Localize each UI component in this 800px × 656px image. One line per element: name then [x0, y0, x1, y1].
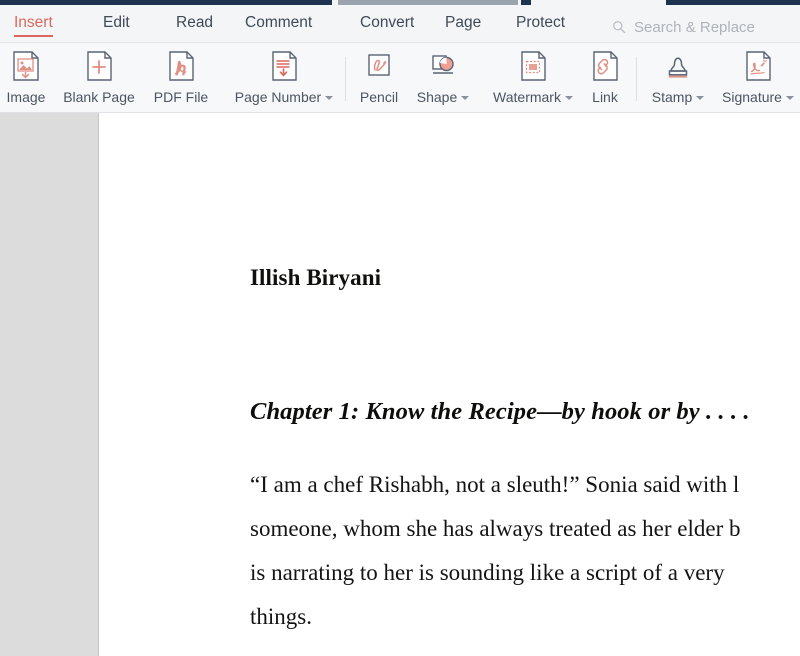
ribbon-separator-1 — [345, 57, 346, 101]
ribbon-separator-2 — [636, 57, 637, 101]
ribbon-label-signature: Signature — [722, 89, 794, 105]
tab-convert[interactable]: Convert — [360, 12, 414, 38]
signature-icon — [740, 48, 776, 84]
tab-edit[interactable]: Edit — [103, 12, 130, 38]
ribbon-button-stamp[interactable]: Stamp — [645, 48, 711, 105]
ribbon-button-watermark[interactable]: Watermark — [489, 48, 577, 105]
chevron-down-icon[interactable] — [564, 96, 573, 100]
document-page-canvas[interactable]: Illish Biryani Chapter 1: Know the Recip… — [100, 113, 800, 656]
tab-page[interactable]: Page — [445, 12, 481, 38]
ribbon-label-stamp-text: Stamp — [651, 89, 693, 105]
search-replace-field[interactable]: Search & Replace — [612, 16, 755, 38]
ribbon-label-watermark: Watermark — [493, 89, 573, 105]
titlebar-segment-mid — [521, 0, 531, 5]
ribbon-label-stamp: Stamp — [651, 89, 705, 105]
ribbon-label-pencil: Pencil — [359, 89, 399, 105]
page-number-icon — [266, 48, 302, 84]
paragraph-line: “I am a chef Rishabh, not a sleuth!” Son… — [250, 472, 740, 497]
chevron-down-icon[interactable] — [696, 96, 705, 100]
ribbon-label-link: Link — [592, 89, 618, 105]
blank-page-icon — [81, 48, 117, 84]
link-icon — [587, 48, 623, 84]
stamp-icon — [660, 48, 696, 84]
tab-protect[interactable]: Protect — [516, 12, 565, 38]
ribbon-label-signature-text: Signature — [722, 89, 782, 105]
ribbon-label-page-number-text: Page Number — [234, 89, 322, 105]
main-tabstrip: Insert Edit Read Comment Convert Page Pr… — [0, 6, 800, 43]
ribbon-label-pdf-file: PDF File — [153, 89, 209, 105]
chevron-down-icon[interactable] — [785, 96, 794, 100]
ribbon-button-shape[interactable]: Shape — [411, 48, 475, 105]
document-paragraph: “I am a chef Rishabh, not a sleuth!” Son… — [250, 463, 800, 639]
search-placeholder-text: Search & Replace — [634, 18, 755, 36]
workspace: Illish Biryani Chapter 1: Know the Recip… — [0, 113, 800, 656]
svg-text:ℎ: ℎ — [175, 59, 186, 79]
ribbon-label-shape-text: Shape — [416, 89, 458, 105]
ribbon-label-shape: Shape — [416, 89, 470, 105]
chevron-down-icon[interactable] — [461, 96, 470, 100]
tab-read[interactable]: Read — [176, 12, 213, 38]
ribbon-button-pencil[interactable]: Pencil — [353, 48, 405, 105]
chevron-down-icon[interactable] — [325, 96, 334, 100]
tab-insert[interactable]: Insert — [14, 12, 53, 38]
paragraph-line: things. — [250, 604, 312, 629]
ribbon-label-page-number: Page Number — [234, 89, 334, 105]
titlebar-segment-tab — [338, 0, 518, 5]
ribbon-label-blank-page: Blank Page — [63, 89, 135, 105]
paragraph-line: is narrating to her is sounding like a s… — [250, 560, 725, 585]
watermark-icon — [515, 48, 551, 84]
document-chapter-heading: Chapter 1: Know the Recipe—by hook or by… — [250, 398, 750, 425]
search-icon — [613, 21, 626, 34]
image-icon — [8, 48, 44, 84]
titlebar-segment-left — [0, 0, 332, 5]
ribbon-button-blank-page[interactable]: Blank Page — [61, 48, 137, 105]
ribbon-label-watermark-text: Watermark — [493, 89, 561, 105]
pdf-file-icon: ℎ — [163, 48, 199, 84]
tab-comment[interactable]: Comment — [245, 12, 312, 38]
pencil-icon — [361, 48, 397, 84]
thumbnail-panel[interactable] — [0, 113, 99, 656]
ribbon-button-pdf-file[interactable]: ℎ PDF File — [148, 48, 214, 105]
shape-icon — [425, 48, 461, 84]
ribbon-label-image: Image — [6, 89, 46, 105]
ribbon-button-image[interactable]: Image — [2, 48, 50, 105]
pdf-editor-window: Insert Edit Read Comment Convert Page Pr… — [0, 0, 800, 656]
ribbon-button-link[interactable]: Link — [585, 48, 625, 105]
titlebar-segment-right — [666, 0, 800, 5]
insert-ribbon-toolbar: Image Blank Page ℎ PDF File Page Number … — [0, 43, 800, 113]
ribbon-button-page-number[interactable]: Page Number — [232, 48, 336, 105]
paragraph-line: someone, whom she has always treated as … — [250, 516, 741, 541]
document-title: Illish Biryani — [250, 265, 382, 290]
ribbon-button-signature[interactable]: Signature — [716, 48, 800, 105]
